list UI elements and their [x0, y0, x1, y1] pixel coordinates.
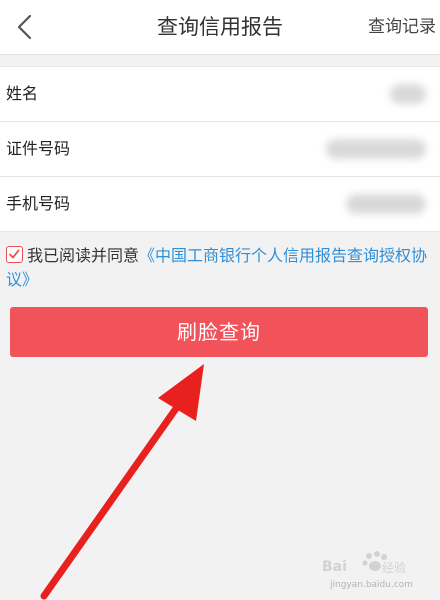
- watermark-url: jingyan.baidu.com: [330, 580, 414, 590]
- baidu-watermark-logo: Bai 经验: [322, 551, 406, 575]
- agreement-checkbox[interactable]: [6, 246, 23, 263]
- phone-field-label: 手机号码: [6, 194, 71, 213]
- phone-field-row[interactable]: 手机号码: [0, 177, 440, 231]
- name-field-value: [390, 84, 426, 104]
- svg-text:经验: 经验: [382, 560, 406, 575]
- svg-text:Bai: Bai: [322, 559, 347, 575]
- phone-field-value: [346, 194, 426, 214]
- nav-bar: 查询信用报告 查询记录: [0, 0, 440, 55]
- id-number-field-label: 证件号码: [6, 139, 71, 158]
- credit-query-form: 姓名 证件号码 手机号码: [0, 66, 440, 232]
- agreement-row: 我已阅读并同意《中国工商银行个人信用报告查询授权协议》: [6, 244, 436, 292]
- face-scan-query-button[interactable]: 刷脸查询: [10, 307, 428, 357]
- name-field-row[interactable]: 姓名: [0, 67, 440, 122]
- query-records-link[interactable]: 查询记录: [368, 0, 436, 54]
- id-number-field-value: [326, 139, 426, 159]
- name-field-label: 姓名: [6, 84, 39, 103]
- checkmark-icon: [9, 249, 20, 259]
- id-number-field-row[interactable]: 证件号码: [0, 122, 440, 177]
- agreement-text: 我已阅读并同意: [27, 246, 140, 265]
